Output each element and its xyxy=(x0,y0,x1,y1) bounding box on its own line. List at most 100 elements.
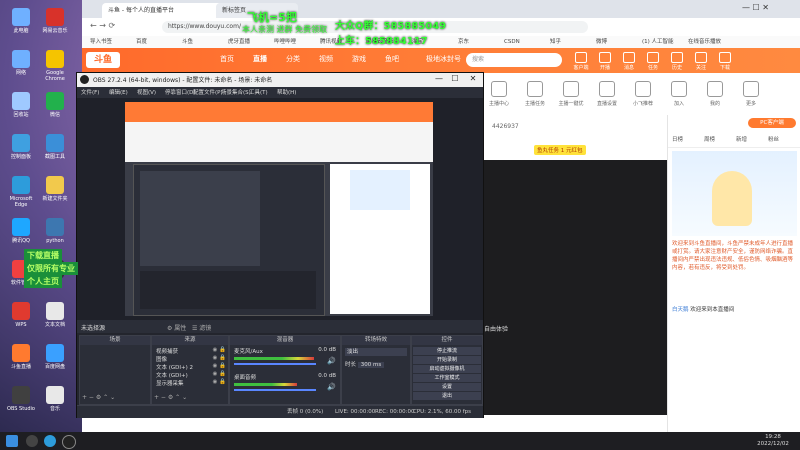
control-button[interactable]: 退出 xyxy=(413,392,481,400)
header-action[interactable]: 历史 xyxy=(666,52,688,71)
control-button[interactable]: 工作室模式 xyxy=(413,374,481,382)
source-item[interactable]: 视频捕获 ◉ 🔒 xyxy=(156,347,226,355)
header-action[interactable]: 任务 xyxy=(642,52,664,71)
desktop-icon[interactable]: WPS xyxy=(4,302,38,328)
desktop-icon[interactable]: 网络 xyxy=(4,50,38,76)
bookmark-item[interactable]: 百度 xyxy=(136,36,147,48)
source-item[interactable]: 文本 (GDI+) 2 ◉ 🔒 xyxy=(156,363,226,371)
bookmark-item[interactable]: 微博 xyxy=(596,36,607,48)
desktop-icon[interactable]: 斗鱼直播 xyxy=(4,344,38,370)
speaker-icon[interactable]: 🔊 xyxy=(327,357,336,365)
desktop-icon[interactable]: 此电脑 xyxy=(4,8,38,34)
back-forward-icons[interactable]: ← → ⟳ xyxy=(90,21,115,30)
nav-item[interactable]: 极地冰封号 xyxy=(426,54,461,64)
transition-select[interactable]: 淡出 xyxy=(345,348,407,356)
visibility-eye-icon[interactable]: ◉ 🔒 xyxy=(213,363,226,371)
desktop-icon[interactable]: 音乐 xyxy=(38,386,72,412)
desktop-icon[interactable]: 网易云音乐 xyxy=(38,8,72,34)
desktop-icon[interactable]: 新建文件夹 xyxy=(38,176,72,202)
control-button[interactable]: 开始录制 xyxy=(413,356,481,364)
search-input[interactable]: 搜索 xyxy=(466,53,562,67)
nav-item[interactable]: 分类 xyxy=(286,54,300,64)
nav-item[interactable]: 游戏 xyxy=(352,54,366,64)
visibility-eye-icon[interactable]: ◉ 🔒 xyxy=(213,355,226,363)
header-action[interactable]: 开播 xyxy=(594,52,616,71)
bookmark-item[interactable]: 斗鱼 xyxy=(182,36,193,48)
desktop-icon[interactable]: Google Chrome xyxy=(38,50,72,82)
bookmark-item[interactable]: (1) 人工智能 xyxy=(642,36,674,48)
obs-menu-item[interactable]: 文件(F) xyxy=(81,88,99,96)
obs-preview[interactable] xyxy=(77,98,483,320)
source-item[interactable]: 显示器采集 ◉ 🔒 xyxy=(156,379,226,387)
bookmark-item[interactable]: 哔哩哔哩 xyxy=(274,36,296,48)
control-button[interactable]: 停止推流 xyxy=(413,347,481,355)
visibility-eye-icon[interactable]: ◉ 🔒 xyxy=(213,347,226,355)
volume-slider[interactable] xyxy=(234,389,316,391)
toolbar-item[interactable]: 我的 xyxy=(698,81,732,107)
duration-input[interactable]: 300 ms xyxy=(357,362,385,368)
nav-item[interactable]: 直播 xyxy=(253,54,267,64)
maximize-icon[interactable]: ☐ xyxy=(449,74,461,83)
taskbar-clock[interactable]: 19:28 2022/12/02 xyxy=(746,434,800,448)
header-action[interactable]: 下载 xyxy=(714,52,736,71)
bookmark-item[interactable]: 京东 xyxy=(458,36,469,48)
scene-dock-buttons[interactable]: + − ⚙ ⌃ ⌄ xyxy=(82,394,115,401)
source-item[interactable]: 文本 (GDI+) ◉ 🔒 xyxy=(156,371,226,379)
visibility-eye-icon[interactable]: ◉ 🔒 xyxy=(213,379,226,387)
browser-taskbar-icon[interactable] xyxy=(44,435,56,447)
control-button[interactable]: 启动虚拟摄像机 xyxy=(413,365,481,373)
douyu-logo[interactable]: 斗鱼 xyxy=(86,52,120,68)
toolbar-item[interactable]: 主播中心 xyxy=(482,81,516,107)
obs-menu-item[interactable]: 帮助(H) xyxy=(277,88,296,96)
source-dock-buttons[interactable]: + − ⚙ ⌃ ⌄ xyxy=(154,394,187,401)
toolbar-item[interactable]: 主播一键优 xyxy=(554,81,588,107)
toolbar-item[interactable]: 小飞推荐 xyxy=(626,81,660,107)
nav-item[interactable]: 鱼吧 xyxy=(385,54,399,64)
close-icon[interactable]: ✕ xyxy=(467,74,479,83)
chat-username[interactable]: 白天鹅 xyxy=(672,307,689,313)
bookmark-item[interactable]: CSDN xyxy=(504,36,520,48)
obs-menu-item[interactable]: 编辑(E) xyxy=(109,88,128,96)
obs-menu-item[interactable]: 场景集合(S) xyxy=(221,88,251,96)
bookmark-item[interactable]: 在线音乐播放 xyxy=(688,36,721,48)
bookmark-item[interactable]: 知乎 xyxy=(550,36,561,48)
header-action[interactable]: 客户端 xyxy=(570,52,592,71)
desktop-icon[interactable]: 截图工具 xyxy=(38,134,72,160)
toolbar-item[interactable]: 加入 xyxy=(662,81,696,107)
obs-menu-item[interactable]: 停靠窗口(D) xyxy=(165,88,196,96)
control-button[interactable]: 设置 xyxy=(413,383,481,391)
chat-tab[interactable]: 粉丝 xyxy=(768,135,779,143)
minimize-icon[interactable]: — xyxy=(433,74,445,83)
obs-menu-item[interactable]: 视图(V) xyxy=(137,88,156,96)
chat-tab[interactable]: 新增 xyxy=(736,135,747,143)
obs-menu-item[interactable]: 工具(T) xyxy=(249,88,268,96)
window-controls[interactable]: — ☐ ✕ xyxy=(742,3,769,12)
chat-tab[interactable]: 日榜 xyxy=(672,135,683,143)
stream-badge[interactable]: 鱼丸任务 1 元红包 xyxy=(534,145,586,155)
header-action[interactable]: 消息 xyxy=(618,52,640,71)
toolbar-item[interactable]: 主播任务 xyxy=(518,81,552,107)
toolbar-item[interactable]: 直播设置 xyxy=(590,81,624,107)
desktop-icon[interactable]: 回收站 xyxy=(4,92,38,118)
obs-menu-item[interactable]: 配置文件(P) xyxy=(193,88,223,96)
start-icon[interactable] xyxy=(6,435,18,447)
source-item[interactable]: 图像 ◉ 🔒 xyxy=(156,355,226,363)
bookmark-item[interactable]: 虎牙直播 xyxy=(228,36,250,48)
search-icon[interactable] xyxy=(26,435,38,447)
chat-tab[interactable]: 周榜 xyxy=(704,135,715,143)
visibility-eye-icon[interactable]: ◉ 🔒 xyxy=(213,371,226,379)
properties-gear-icon[interactable]: ⚙ 属性 ☰ 滤镜 xyxy=(167,323,211,332)
header-action[interactable]: 关注 xyxy=(690,52,712,71)
desktop-icon[interactable]: python xyxy=(38,218,72,244)
nav-item[interactable]: 首页 xyxy=(220,54,234,64)
bookmark-item[interactable]: 导入书签 xyxy=(90,36,112,48)
desktop-icon[interactable]: 文本文档 xyxy=(38,302,72,328)
desktop-icon[interactable]: 控制面板 xyxy=(4,134,38,160)
obs-taskbar-icon[interactable] xyxy=(62,435,76,449)
desktop-icon[interactable]: 微信 xyxy=(38,92,72,118)
volume-slider[interactable] xyxy=(234,363,316,365)
speaker-icon[interactable]: 🔊 xyxy=(327,383,336,391)
desktop-icon[interactable]: 腾讯QQ xyxy=(4,218,38,244)
toolbar-item[interactable]: 更多 xyxy=(734,81,768,107)
desktop-icon[interactable]: OBS Studio xyxy=(4,386,38,412)
